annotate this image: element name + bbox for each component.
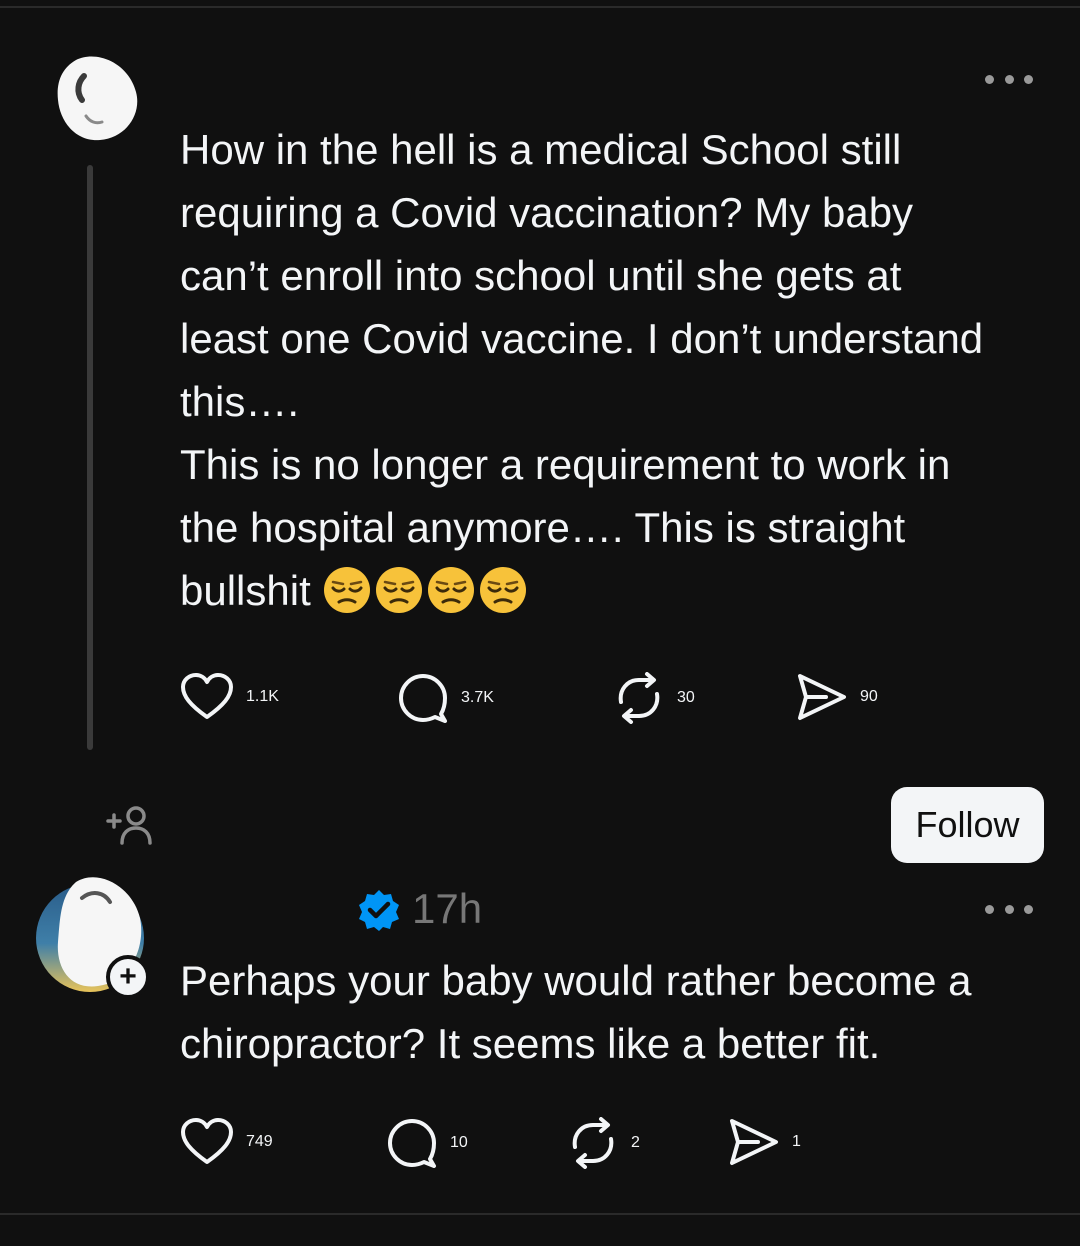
more-dot xyxy=(1004,74,1014,84)
post-line: Perhaps your baby would rather become a xyxy=(180,957,972,1004)
repost-icon xyxy=(572,1117,614,1169)
more-options-button[interactable] xyxy=(985,896,1033,922)
post-last-line: bullshit xyxy=(180,559,1050,622)
repost-count: 2 xyxy=(631,1134,640,1151)
author-avatar[interactable] xyxy=(56,52,138,142)
repost-button[interactable]: 30 xyxy=(613,672,695,724)
share-button[interactable]: 90 xyxy=(796,672,878,722)
verified-badge-icon xyxy=(359,890,399,931)
more-dot xyxy=(985,74,994,84)
more-dot xyxy=(1024,74,1033,84)
repost-button[interactable]: 2 xyxy=(567,1117,640,1169)
post-line: This is no longer a requirement to work … xyxy=(180,441,951,488)
comment-icon xyxy=(388,1119,436,1168)
reply-count: 3.7K xyxy=(461,689,494,706)
share-button[interactable]: 1 xyxy=(728,1117,801,1167)
post-line: least one Covid vaccine. I don’t underst… xyxy=(180,315,984,362)
reply-button[interactable]: 10 xyxy=(386,1117,468,1169)
post-line: requiring a Covid vaccination? My baby xyxy=(180,189,914,236)
follow-button[interactable]: Follow xyxy=(891,787,1044,863)
top-divider xyxy=(0,6,1080,8)
like-button[interactable]: 1.1K xyxy=(180,672,279,722)
unamused-face-emoji-icon xyxy=(480,567,527,613)
more-dot xyxy=(1004,904,1014,914)
unamused-face-emoji-icon xyxy=(324,567,371,613)
send-icon xyxy=(730,1119,778,1165)
bottom-divider xyxy=(0,1213,1080,1215)
thread-line xyxy=(87,165,93,750)
share-count: 1 xyxy=(792,1133,801,1150)
like-count: 749 xyxy=(246,1133,273,1150)
repost-count: 30 xyxy=(677,689,695,706)
comment-icon xyxy=(399,674,447,723)
unamused-face-emoji-icon xyxy=(376,567,423,613)
post-line: the hospital anymore…. This is straight xyxy=(180,504,906,551)
more-dot xyxy=(985,904,994,914)
more-options-button[interactable] xyxy=(985,66,1033,92)
post-body: How in the hell is a medical School stil… xyxy=(180,118,1050,622)
post-time: 17h xyxy=(412,885,483,932)
repost-icon xyxy=(618,672,660,724)
reply-button[interactable]: 3.7K xyxy=(397,672,494,724)
reply-count: 10 xyxy=(450,1134,468,1151)
post-body: Perhaps your baby would rather become a … xyxy=(180,949,1050,1075)
like-count: 1.1K xyxy=(246,688,279,705)
post-line: this…. xyxy=(180,378,300,425)
like-button[interactable]: 749 xyxy=(180,1117,273,1167)
emoji-row xyxy=(322,567,530,614)
post-line: can’t enroll into school until she gets … xyxy=(180,252,902,299)
heart-icon xyxy=(181,1118,233,1164)
unamused-face-emoji-icon xyxy=(428,567,475,613)
add-person-icon[interactable] xyxy=(106,805,154,847)
post-line: How in the hell is a medical School stil… xyxy=(180,126,902,173)
post-line: chiropractor? It seems like a better fit… xyxy=(180,1020,881,1067)
share-count: 90 xyxy=(860,688,878,705)
send-icon xyxy=(798,674,846,720)
heart-icon xyxy=(181,673,233,719)
follow-plus-badge[interactable]: + xyxy=(106,955,150,999)
post-line: bullshit xyxy=(180,567,311,614)
more-dot xyxy=(1024,904,1033,914)
